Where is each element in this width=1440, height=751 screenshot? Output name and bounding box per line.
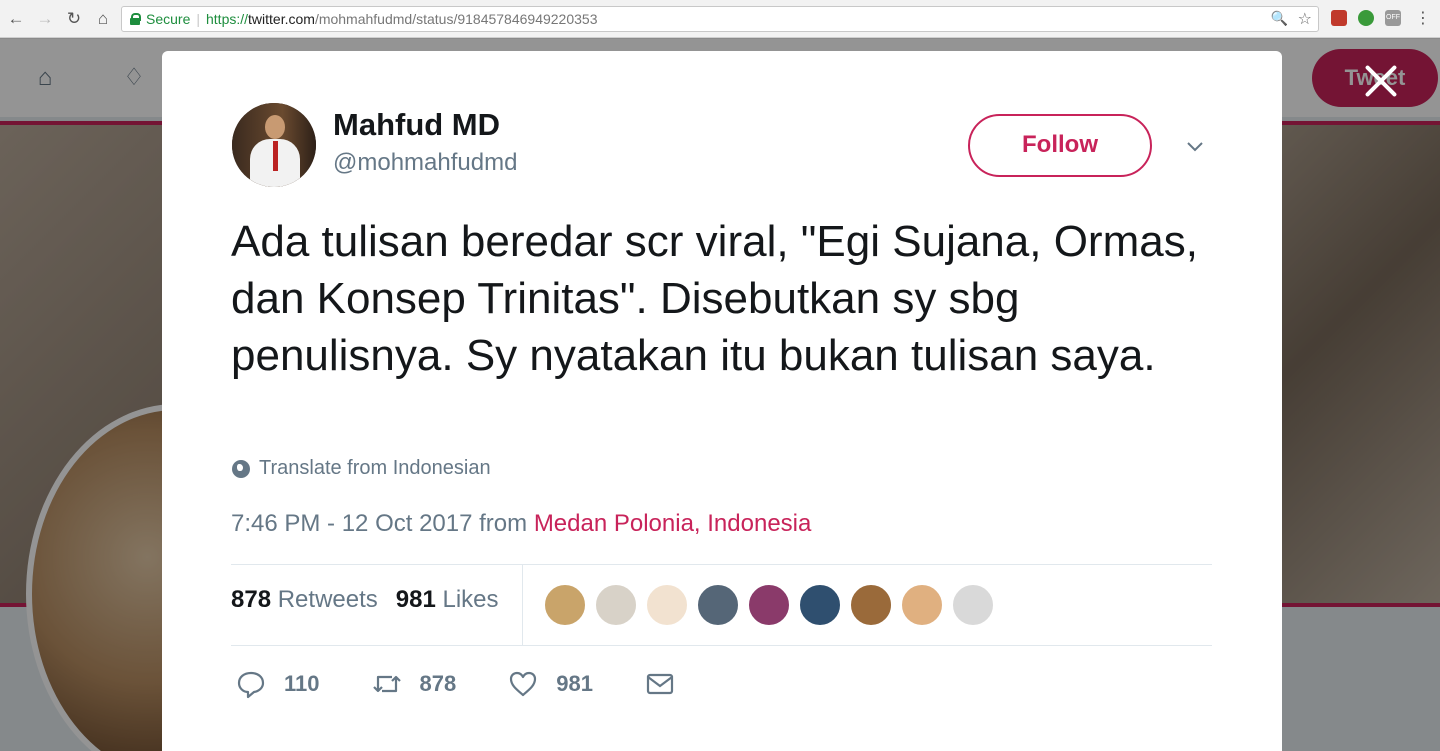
tweet-timestamp[interactable]: 7:46 PM - 12 Oct 2017 [231, 510, 472, 537]
retweet-count: 878 [419, 671, 457, 696]
author-name[interactable]: Mahfud MD [333, 107, 500, 143]
browser-toolbar: ← → ↻ ⌂ Secure | https://twitter.com/moh… [0, 0, 1440, 38]
heart-icon [510, 671, 537, 697]
extension-icon[interactable] [1331, 10, 1347, 26]
liker-avatar[interactable] [748, 584, 790, 626]
follow-button[interactable]: Follow [968, 114, 1152, 177]
tweet-metadata: 7:46 PM - 12 Oct 2017 from Medan Polonia… [231, 510, 811, 538]
back-icon[interactable]: ← [3, 6, 29, 32]
address-separator: | [196, 11, 200, 27]
forward-icon[interactable]: → [32, 6, 58, 32]
tweet-modal: Mahfud MD @mohmahfudmd Follow Ada tulisa… [162, 51, 1282, 751]
liker-avatar[interactable] [901, 584, 943, 626]
liker-avatar[interactable] [697, 584, 739, 626]
tweet-text: Ada tulisan beredar scr viral, "Egi Suja… [231, 217, 1198, 380]
like-button[interactable]: 981 [508, 669, 593, 699]
retweet-icon [372, 675, 401, 693]
retweet-button[interactable]: 878 [372, 669, 457, 699]
like-count: 981 [556, 671, 593, 696]
liker-avatar[interactable] [595, 584, 637, 626]
url-host: twitter.com [248, 11, 315, 27]
reply-icon [237, 671, 265, 699]
from-word: from [472, 510, 534, 537]
reply-button[interactable]: 110 [236, 669, 320, 699]
secure-label: Secure [146, 11, 191, 27]
url-protocol: https:// [206, 11, 249, 27]
address-bar[interactable]: Secure | https://twitter.com/mohmahfudmd… [121, 6, 1319, 32]
retweets-stat[interactable]: 878 Retweets [231, 586, 378, 614]
globe-icon [232, 459, 250, 478]
reload-icon[interactable]: ↻ [61, 6, 87, 32]
direct-message-button[interactable] [645, 669, 675, 699]
liker-avatar[interactable] [850, 584, 892, 626]
translate-link[interactable]: Translate from Indonesian [232, 457, 491, 480]
close-icon[interactable] [1360, 60, 1402, 102]
liker-avatar[interactable] [799, 584, 841, 626]
divider [231, 564, 1212, 565]
tweet-stats: 878 Retweets 981 Likes [231, 586, 517, 614]
zoom-icon[interactable]: 🔍 [1271, 10, 1288, 27]
liker-avatar[interactable] [952, 584, 994, 626]
likes-stat[interactable]: 981 Likes [396, 586, 499, 614]
bookmark-star-icon[interactable]: ☆ [1298, 9, 1312, 29]
liker-avatar[interactable] [544, 584, 586, 626]
envelope-icon [646, 673, 674, 695]
divider [231, 645, 1212, 646]
tweet-location[interactable]: Medan Polonia, Indonesia [534, 510, 812, 537]
likers-avatars [544, 584, 1003, 626]
chevron-down-icon[interactable] [1186, 138, 1204, 156]
url-path: /mohmahfudmd/status/918457846949220353 [314, 11, 598, 27]
divider [522, 565, 523, 645]
home-icon[interactable]: ⌂ [90, 6, 116, 32]
author-handle[interactable]: @mohmahfudmd [333, 149, 517, 177]
lock-icon [130, 13, 141, 25]
extension-off-icon[interactable]: OFF [1385, 10, 1401, 26]
author-avatar[interactable] [232, 103, 316, 187]
reply-count: 110 [284, 671, 320, 696]
extension-icon[interactable] [1358, 10, 1374, 26]
translate-label: Translate from Indonesian [259, 457, 491, 479]
liker-avatar[interactable] [646, 584, 688, 626]
browser-menu-icon[interactable]: ⋮ [1415, 8, 1431, 28]
tweet-actions: 110 878 981 [236, 669, 727, 699]
